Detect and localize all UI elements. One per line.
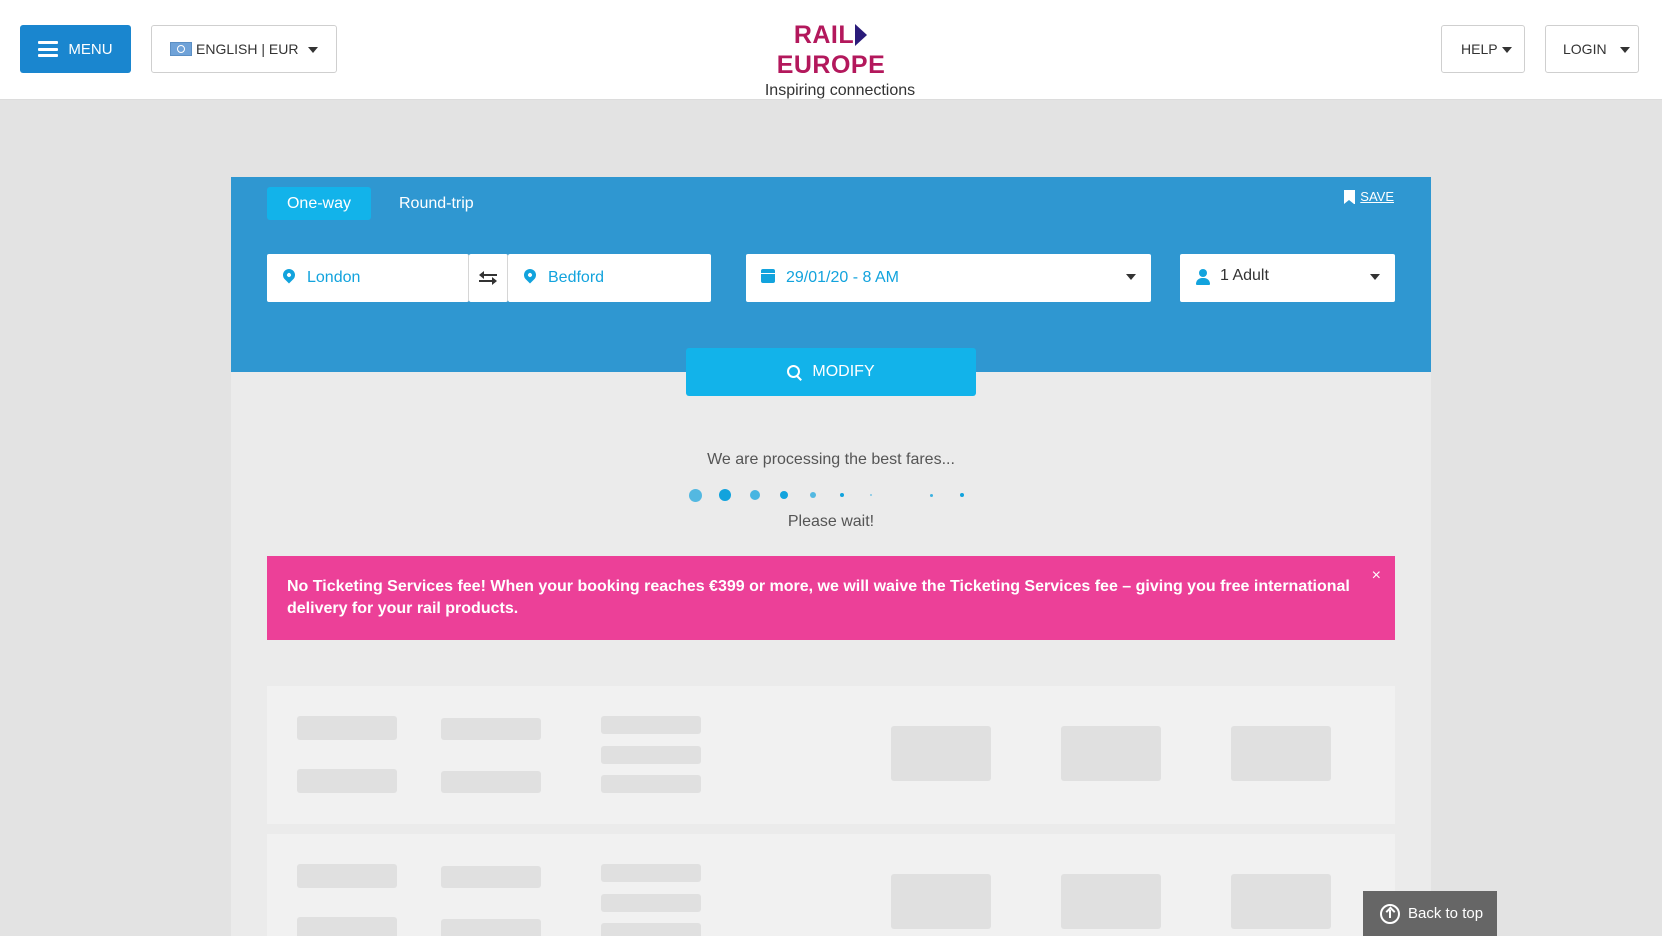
save-label: SAVE [1360, 189, 1394, 204]
skeleton-block [1231, 726, 1331, 781]
destination-field[interactable]: Bedford [508, 254, 711, 302]
language-label: ENGLISH | EUR [196, 41, 299, 57]
passengers-value: 1 Adult [1220, 267, 1269, 284]
chevron-down-icon [1620, 47, 1630, 53]
pin-icon [521, 266, 539, 284]
skeleton-block [601, 923, 701, 936]
menu-button[interactable]: MENU [20, 25, 131, 73]
skeleton-block [601, 775, 701, 793]
skeleton-block [1061, 874, 1161, 929]
skeleton-block [441, 919, 541, 936]
date-time-value: 29/01/20 - 8 AM [786, 269, 899, 286]
tab-one-way[interactable]: One-way [267, 187, 371, 220]
skeleton-block [297, 917, 397, 936]
loading-indicator [689, 487, 981, 503]
login-dropdown[interactable]: LOGIN [1545, 25, 1639, 73]
search-panel: One-way Round-trip SAVE London Bedford 2… [231, 177, 1431, 372]
skeleton-block [601, 716, 701, 734]
calendar-icon [761, 269, 775, 283]
tab-round-trip[interactable]: Round-trip [399, 187, 474, 220]
promo-text: No Ticketing Services fee! When your boo… [287, 578, 1350, 617]
skeleton-block [601, 864, 701, 882]
skeleton-block [1061, 726, 1161, 781]
loading-dot [840, 493, 844, 497]
skeleton-block [297, 769, 397, 793]
origin-value: London [307, 269, 361, 286]
modify-label: MODIFY [812, 363, 875, 380]
logo-europe: EUROPE [776, 51, 886, 79]
chevron-down-icon [308, 47, 318, 53]
swap-stations-button[interactable] [469, 254, 508, 302]
result-placeholder-row [267, 686, 1395, 824]
logo-tagline: Inspiring connections [764, 82, 916, 99]
help-label: HELP [1461, 41, 1498, 57]
skeleton-block [297, 716, 397, 740]
help-dropdown[interactable]: HELP [1441, 25, 1525, 73]
loading-dot [960, 493, 964, 497]
login-label: LOGIN [1563, 41, 1607, 57]
flag-icon [170, 42, 192, 56]
skeleton-block [891, 874, 991, 929]
logo-wordmark: RAILEUROPE [740, 20, 922, 80]
passengers-dropdown[interactable]: 1 Adult [1180, 254, 1395, 302]
site-header: MENU ENGLISH | EUR RAILEUROPE Inspiring … [0, 0, 1662, 100]
date-time-dropdown[interactable]: 29/01/20 - 8 AM [746, 254, 1151, 302]
chevron-down-icon [1502, 47, 1512, 53]
results-card: One-way Round-trip SAVE London Bedford 2… [231, 177, 1431, 936]
back-to-top-button[interactable]: Back to top [1363, 891, 1497, 936]
modify-button[interactable]: MODIFY [686, 348, 976, 396]
language-currency-dropdown[interactable]: ENGLISH | EUR [151, 25, 337, 73]
save-search-link[interactable]: SAVE [1344, 189, 1394, 204]
skeleton-block [441, 866, 541, 888]
promo-banner: No Ticketing Services fee! When your boo… [267, 556, 1395, 640]
skeleton-block [441, 771, 541, 793]
result-placeholder-row [267, 834, 1395, 936]
skeleton-block [441, 718, 541, 740]
loading-dot [810, 492, 816, 498]
hamburger-icon [38, 41, 59, 57]
skeleton-block [601, 894, 701, 912]
loading-dot [719, 489, 731, 501]
close-icon[interactable]: × [1372, 565, 1381, 587]
chevron-down-icon [1370, 274, 1380, 280]
back-to-top-label: Back to top [1408, 905, 1484, 922]
scrollbar-track[interactable] [1662, 0, 1680, 936]
origin-field[interactable]: London [267, 254, 469, 302]
loading-dot [870, 494, 872, 496]
user-icon [1196, 269, 1210, 285]
logo-rail: RAIL [793, 21, 855, 49]
skeleton-block [891, 726, 991, 781]
logo-arrow-icon [855, 24, 868, 46]
skeleton-block [297, 864, 397, 888]
loading-dot [750, 490, 760, 500]
menu-label: MENU [68, 40, 113, 58]
loading-dot [689, 488, 702, 502]
bookmark-icon [1344, 189, 1356, 204]
rail-europe-logo[interactable]: RAILEUROPE Inspiring connections [740, 20, 922, 100]
pin-icon [280, 266, 298, 284]
loading-dot [930, 493, 933, 497]
search-icon [787, 364, 802, 380]
processing-message: We are processing the best fares... [707, 451, 955, 468]
destination-value: Bedford [548, 269, 605, 286]
chevron-down-icon [1126, 274, 1136, 280]
loading-dot [780, 491, 788, 499]
skeleton-block [1231, 874, 1331, 929]
wait-message: Please wait! [787, 513, 875, 530]
swap-icon [479, 271, 497, 285]
arrow-up-icon [1380, 903, 1400, 924]
skeleton-block [601, 746, 701, 764]
